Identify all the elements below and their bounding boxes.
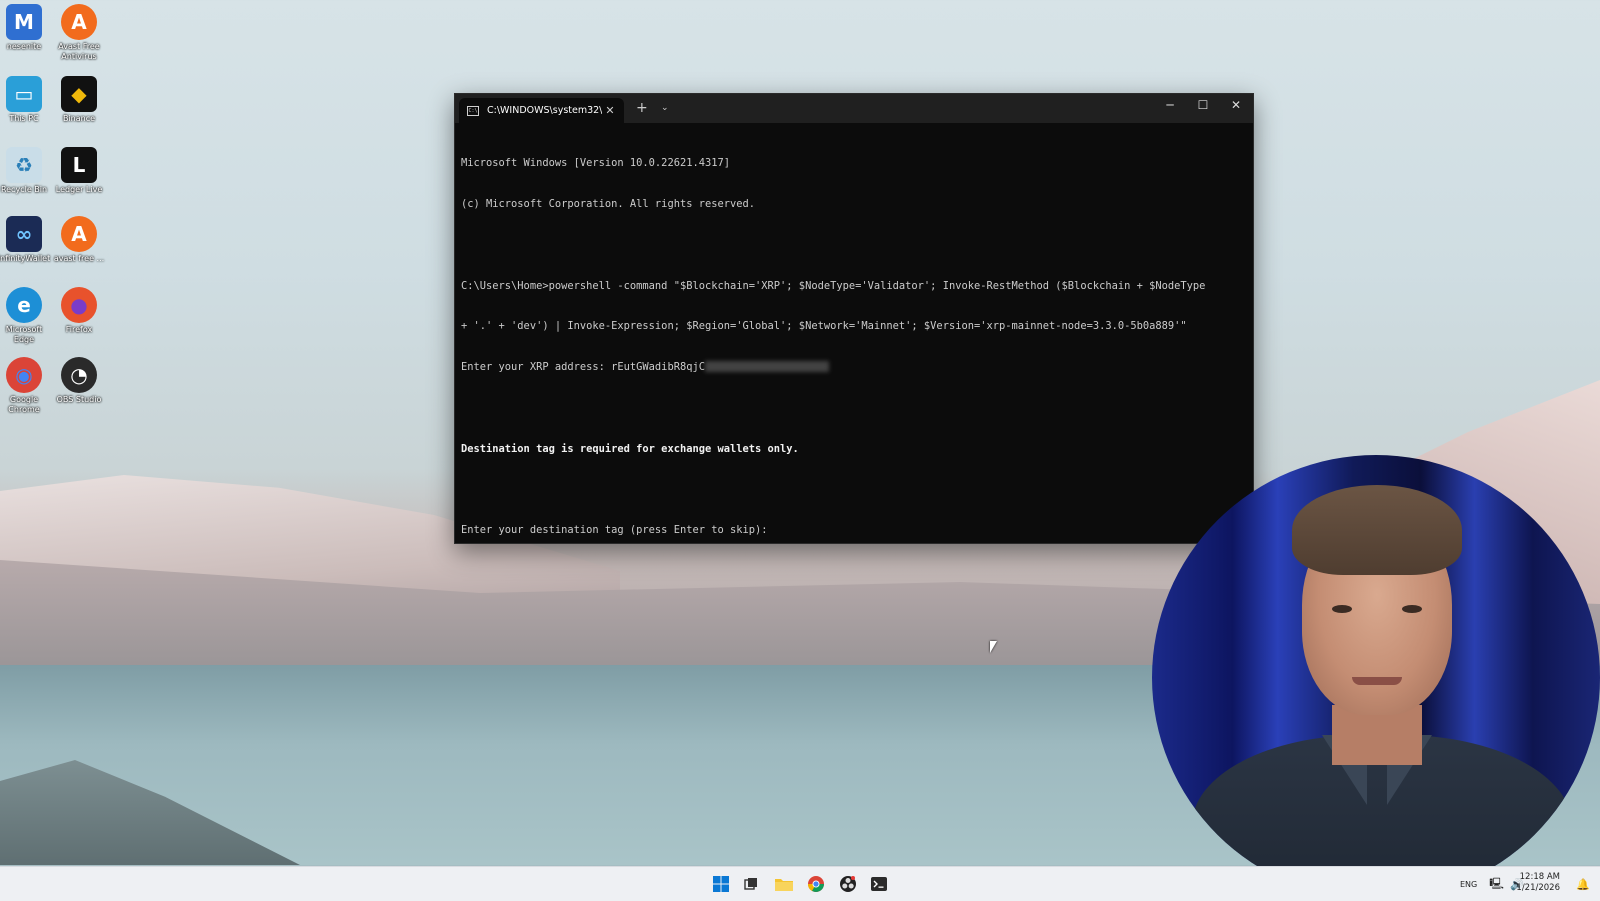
monitor-icon: ▭: [6, 76, 42, 112]
minimize-button[interactable]: ─: [1155, 98, 1185, 112]
tab-close-icon[interactable]: ✕: [602, 104, 618, 117]
clock-time: 12:18 AM: [1519, 872, 1560, 882]
edge-icon: e: [6, 287, 42, 323]
terminal-line: Destination tag is required for exchange…: [461, 442, 799, 455]
xrp-address-prompt: Enter your XRP address: rEutGWadibR8qjC: [461, 361, 705, 374]
terminal-taskbar-button[interactable]: [870, 875, 888, 893]
webcam-eye-left: [1332, 605, 1352, 613]
task-view-button[interactable]: [742, 875, 760, 893]
desktop-icon-this-pc[interactable]: ▭ This PC: [0, 74, 51, 124]
terminal-line: + '.' + 'dev') | Invoke-Expression; $Reg…: [461, 320, 1187, 333]
tab-title: C:\WINDOWS\system32\cmd.: [487, 105, 602, 116]
ledger-icon: L: [61, 147, 97, 183]
start-button[interactable]: [712, 875, 730, 893]
terminal-window[interactable]: C:\ C:\WINDOWS\system32\cmd. ✕ + ⌄ ─ ☐ ✕…: [454, 93, 1254, 544]
cmd-icon: C:\: [467, 105, 479, 116]
mouse-cursor-icon: [990, 641, 997, 653]
new-tab-button[interactable]: +: [636, 100, 648, 116]
desktop-icon-chrome[interactable]: ◉ Google Chrome: [0, 355, 51, 415]
desktop-icon-avast-free[interactable]: A avast free ...: [52, 214, 106, 264]
terminal-titlebar[interactable]: C:\ C:\WINDOWS\system32\cmd. ✕ + ⌄ ─ ☐ ✕: [455, 94, 1253, 123]
terminal-line: C:\Users\Home>powershell -command "$Bloc…: [461, 279, 1206, 292]
desktop-icon-recycle-bin[interactable]: ♻ Recycle Bin: [0, 145, 51, 195]
terminal-output[interactable]: Microsoft Windows [Version 10.0.22621.43…: [455, 123, 1253, 565]
terminal-line: (c) Microsoft Corporation. All rights re…: [461, 197, 756, 210]
chrome-icon: [808, 876, 824, 892]
taskbar: ENG 🖳 🔊 12:18 AM 1/21/2026 🔔: [0, 866, 1600, 901]
windows-logo-icon: [713, 876, 729, 892]
terminal-line: Microsoft Windows [Version 10.0.22621.43…: [461, 157, 730, 170]
close-window-button[interactable]: ✕: [1221, 98, 1251, 112]
avast-icon: A: [61, 4, 97, 40]
nesenite-icon: M: [6, 4, 42, 40]
maximize-button[interactable]: ☐: [1188, 98, 1218, 112]
file-explorer-button[interactable]: [775, 875, 793, 893]
terminal-address-line: Enter your XRP address: rEutGWadibR8qjC: [461, 361, 1253, 375]
task-view-icon: [744, 878, 757, 890]
desktop-icon-ledger-live[interactable]: L Ledger Live: [52, 145, 106, 195]
tab-cmd[interactable]: C:\ C:\WINDOWS\system32\cmd. ✕: [459, 98, 624, 123]
desktop-icon-binance[interactable]: ◆ Binance: [52, 74, 106, 124]
recycle-bin-icon: ♻: [6, 147, 42, 183]
obs-taskbar-button[interactable]: [839, 875, 857, 893]
system-tray: ENG 🖳 🔊: [1460, 867, 1524, 901]
tab-dropdown-button[interactable]: ⌄: [661, 103, 669, 113]
network-icon[interactable]: 🖳: [1489, 875, 1504, 894]
webcam-overlay: [1152, 455, 1600, 900]
notification-bell-icon[interactable]: 🔔: [1574, 875, 1592, 893]
binance-icon: ◆: [61, 76, 97, 112]
taskbar-clock[interactable]: 12:18 AM 1/21/2026: [1516, 872, 1560, 894]
clock-date: 1/21/2026: [1516, 883, 1560, 893]
desktop-icon-infinity-wallet[interactable]: ∞ InfinityWallet: [0, 214, 51, 264]
desktop-icon-edge[interactable]: e Microsoft Edge: [0, 285, 51, 345]
desktop-icon-nesenite[interactable]: M nesenite: [0, 2, 51, 52]
desktop-icon-firefox[interactable]: ● Firefox: [52, 285, 106, 335]
webcam-eye-right: [1402, 605, 1422, 613]
infinity-wallet-icon: ∞: [6, 216, 42, 252]
terminal-icon: [871, 877, 887, 891]
desktop-icon-avast[interactable]: A Avast Free Antivirus: [52, 2, 106, 62]
chrome-taskbar-button[interactable]: [807, 875, 825, 893]
obs-icon: [840, 876, 856, 892]
chrome-icon: ◉: [6, 357, 42, 393]
firefox-icon: ●: [61, 287, 97, 323]
terminal-prompt-line[interactable]: Enter your destination tag (press Enter …: [461, 524, 1253, 538]
obs-icon: ◔: [61, 357, 97, 393]
desktop-icon-obs[interactable]: ◔ OBS Studio: [52, 355, 106, 405]
language-indicator[interactable]: ENG: [1460, 880, 1477, 889]
webcam-mouth: [1352, 677, 1402, 685]
avast-icon: A: [61, 216, 97, 252]
redacted-address: [704, 361, 829, 373]
folder-icon: [775, 879, 793, 891]
webcam-hair: [1292, 485, 1462, 575]
